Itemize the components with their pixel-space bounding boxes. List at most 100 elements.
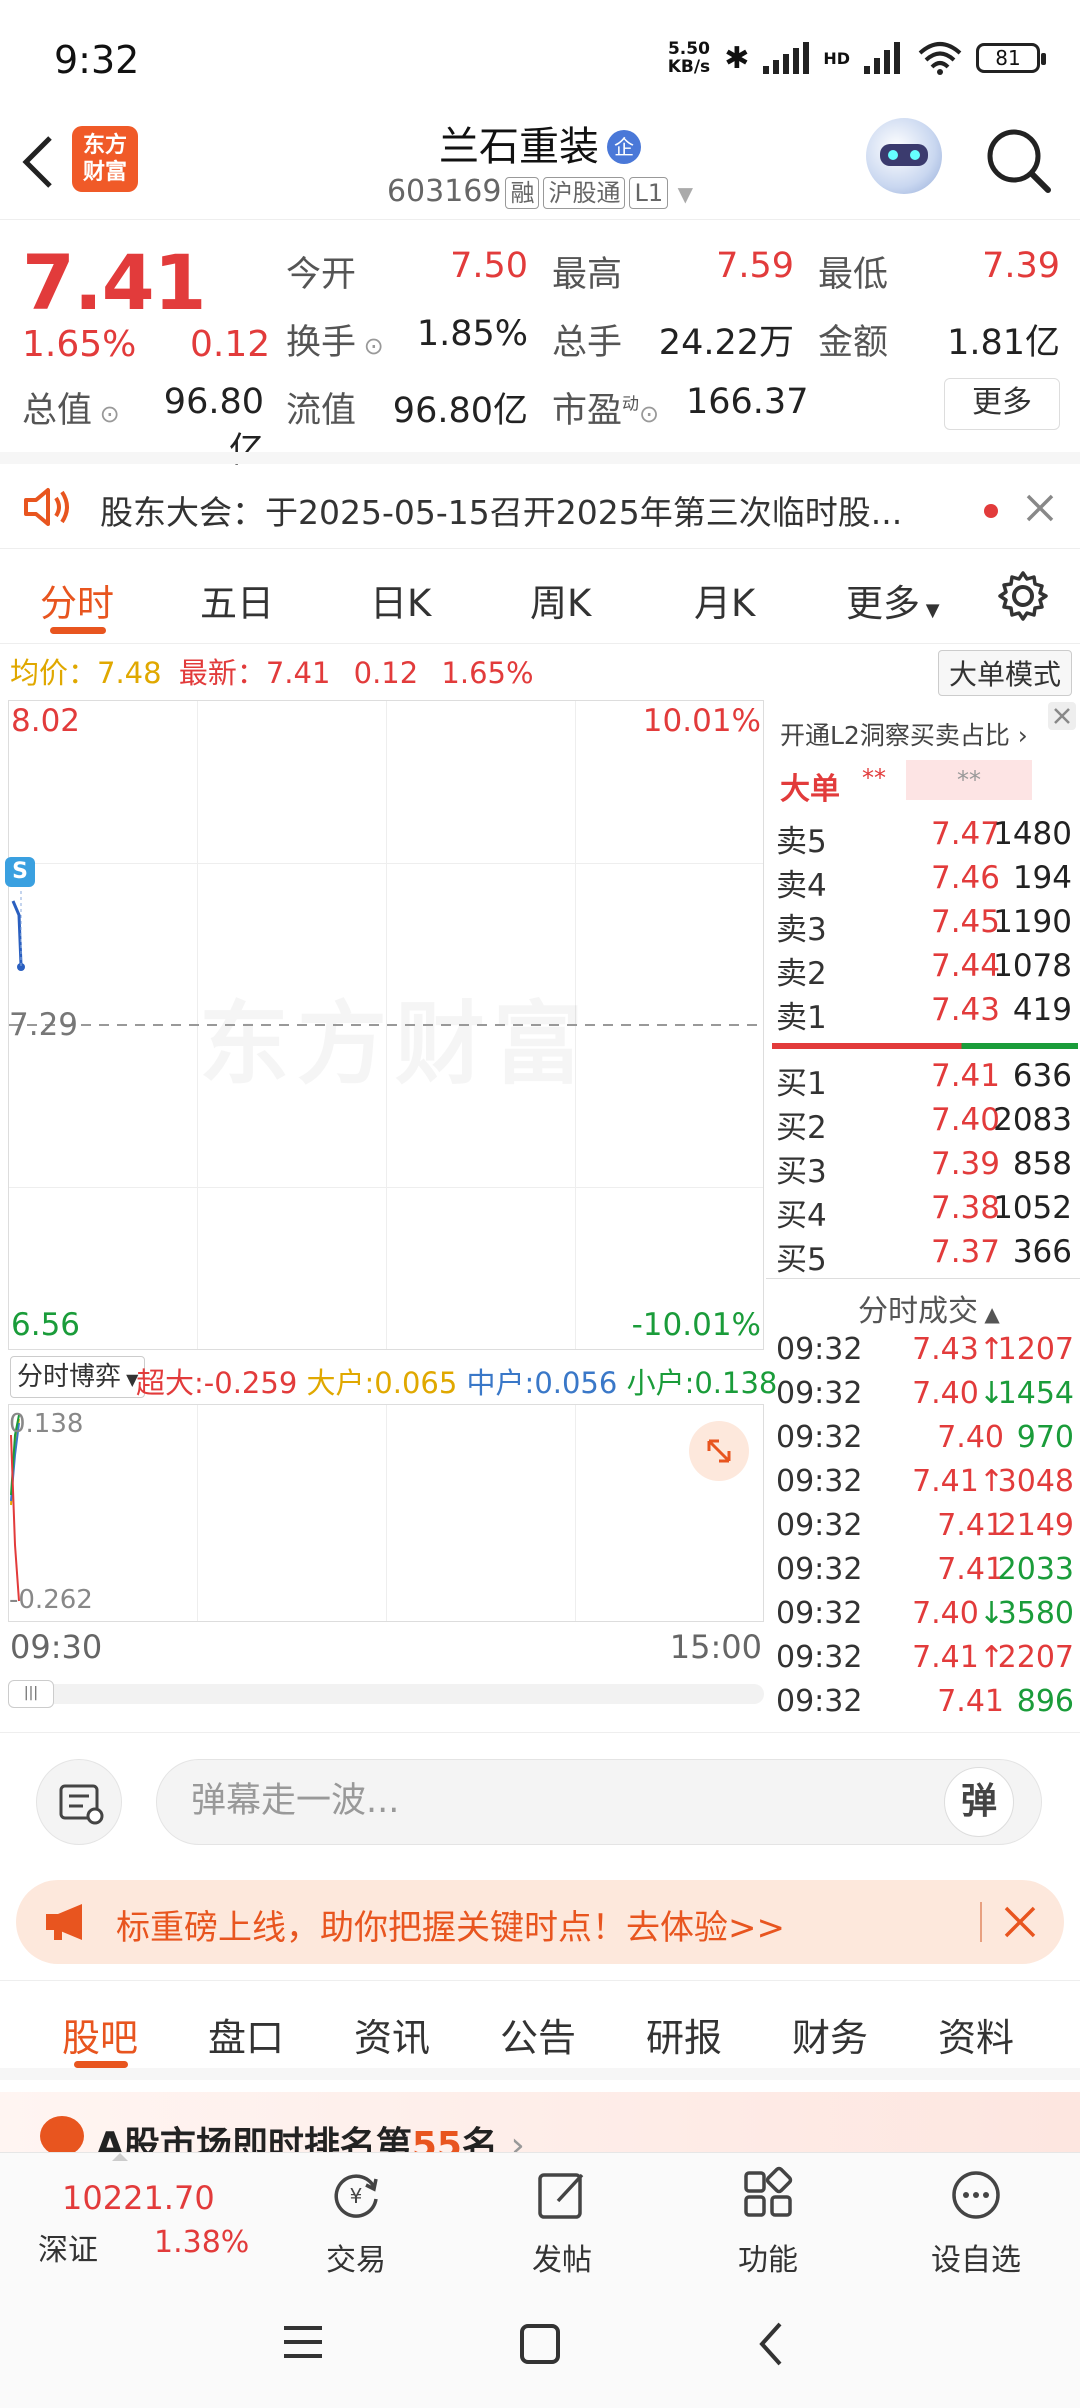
promo-banner[interactable]: 标重磅上线，助你把握关键时点！去体验>> <box>16 1880 1064 1964</box>
big-order-mode-button[interactable]: 大单模式 <box>937 650 1072 696</box>
megaphone-icon <box>46 1904 82 1940</box>
ask-row[interactable]: 卖5 7.47 1480 <box>772 816 1078 860</box>
intraday-chart[interactable]: 东方财富 S 8.02 7.29 6.56 10.01% -10.01% <box>5 700 765 1350</box>
tab-monthly-k[interactable]: 月K <box>694 573 755 627</box>
robot-avatar-icon[interactable] <box>866 118 942 194</box>
close-icon[interactable] <box>1002 1904 1038 1940</box>
signal-icon-2 <box>864 42 900 74</box>
grid-icon <box>744 2166 793 2217</box>
enterprise-badge: 企 <box>607 130 641 164</box>
tab-finance[interactable]: 财务 <box>792 2007 868 2062</box>
wifi-icon <box>918 42 962 75</box>
trade-row: 09:32 7.41↑ 2207 <box>776 1640 1074 1675</box>
nav-add-watchlist[interactable]: 设自选 <box>896 2153 1056 2279</box>
comment-bar: 弹幕走一波... 弹 <box>0 1732 1080 1872</box>
search-icon[interactable] <box>984 126 1054 196</box>
nav-trade[interactable]: ¥ 交易 <box>276 2153 436 2279</box>
stock-name: 兰石重装 <box>439 124 599 170</box>
price-line <box>11 900 23 966</box>
money-flow-chart[interactable]: 0.138 -0.262 <box>8 1404 764 1622</box>
trade-row: 09:32 7.41↑ 3048 <box>776 1464 1074 1499</box>
sell-signal-marker[interactable]: S <box>5 857 35 887</box>
caret-up-icon: ▲ <box>978 1302 1000 1326</box>
latest-pct: 1.65% <box>441 656 534 690</box>
trades-title[interactable]: 分时成交 ▲ <box>858 1286 1000 1330</box>
index-name: 深证 <box>38 2233 98 2268</box>
bid-row[interactable]: 买1 7.41 636 <box>772 1058 1078 1102</box>
tab-announcements[interactable]: 公告 <box>500 2007 576 2062</box>
sub-y-bottom: -0.262 <box>9 1585 93 1615</box>
dropdown-caret-icon[interactable]: ▼ <box>678 182 693 206</box>
back-icon[interactable] <box>756 2320 786 2368</box>
gear-icon[interactable] <box>996 569 1050 623</box>
volume-value: 24.22万 <box>658 323 794 363</box>
expand-icon[interactable] <box>689 1421 749 1481</box>
ask-row[interactable]: 卖4 7.46 194 <box>772 860 1078 904</box>
trade-row: 09:32 7.41 2033 <box>776 1552 1074 1587</box>
tab-five-day[interactable]: 五日 <box>200 573 274 627</box>
tab-weekly-k[interactable]: 周K <box>530 573 591 627</box>
close-icon[interactable] <box>1048 702 1076 730</box>
indicator-selector[interactable]: 分时博弈 ▼ <box>10 1356 146 1398</box>
index-pct: 1.38% <box>154 2225 250 2260</box>
info-icon[interactable]: ⊙ <box>639 400 659 428</box>
comment-list-button[interactable] <box>36 1759 122 1845</box>
bluetooth-icon: ✱ <box>724 40 750 76</box>
float-value: 96.80亿 <box>392 391 528 431</box>
mid-value: 0.056 <box>534 1366 618 1400</box>
close-icon[interactable] <box>1024 492 1056 524</box>
ask-row[interactable]: 卖2 7.44 1078 <box>772 948 1078 992</box>
signal-icon <box>763 42 810 74</box>
index-ticker[interactable]: 10221.70 深证 1.38% <box>0 2153 250 2279</box>
active-tab-indicator <box>74 2061 128 2068</box>
big-order-label: 大单 <box>780 772 840 807</box>
system-nav <box>0 2278 1080 2408</box>
chart-scrollbar[interactable]: ||| <box>8 1680 764 1708</box>
bid-row[interactable]: 买5 7.37 366 <box>772 1234 1078 1278</box>
margin-tag: 融 <box>505 177 540 209</box>
low-value: 7.39 <box>982 246 1060 286</box>
change-value: 0.12 <box>190 324 271 365</box>
bid-row[interactable]: 买3 7.39 858 <box>772 1146 1078 1190</box>
turnover-label[interactable]: 换手 ⊙ <box>286 314 384 365</box>
low-label: 最低 <box>818 255 889 295</box>
turnover-value: 1.85% <box>416 314 528 354</box>
small-value: 0.138 <box>694 1366 778 1400</box>
tab-guba[interactable]: 股吧 <box>62 2007 138 2062</box>
info-icon[interactable]: ⊙ <box>92 400 120 428</box>
bid-row[interactable]: 买4 7.38 1052 <box>772 1190 1078 1234</box>
tab-news[interactable]: 资讯 <box>354 2007 430 2062</box>
open-value: 7.50 <box>450 246 528 286</box>
danmu-toggle-button[interactable]: 弹 <box>944 1767 1014 1837</box>
pe-label[interactable]: 市盈动⊙ <box>552 382 659 433</box>
tab-profile[interactable]: 资料 <box>938 2007 1014 2062</box>
pct-top-label: 10.01% <box>642 703 761 739</box>
chart-svg <box>9 891 765 1026</box>
notice-bar[interactable]: 股东大会：于2025-05-15召开2025年第三次临时股... <box>0 452 1080 546</box>
info-icon[interactable]: ⊙ <box>356 332 384 360</box>
ask-row[interactable]: 卖3 7.45 1190 <box>772 904 1078 948</box>
tab-research[interactable]: 研报 <box>646 2007 722 2062</box>
sub-y-top: 0.138 <box>9 1409 84 1439</box>
bid-row[interactable]: 买2 7.40 2083 <box>772 1102 1078 1146</box>
danmu-input[interactable]: 弹幕走一波... <box>156 1759 1042 1845</box>
l2-upsell-link[interactable]: 开通L2洞察买卖占比 › <box>780 716 1028 752</box>
ranking-banner[interactable]: A股市场即时排名第55名 › <box>0 2092 1080 2166</box>
more-quote-button[interactable]: 更多 <box>944 378 1060 430</box>
ask-row[interactable]: 卖1 7.43 419 <box>772 992 1078 1036</box>
tab-daily-k[interactable]: 日K <box>370 573 431 627</box>
latest-price: 7.41 <box>265 656 331 690</box>
tab-intraday[interactable]: 分时 <box>40 573 114 627</box>
net-speed: 5.50 KB/s <box>667 39 711 77</box>
home-icon[interactable] <box>518 2322 562 2366</box>
caret-down-icon: ▼ <box>920 600 940 621</box>
y-top-label: 8.02 <box>11 703 81 739</box>
trade-row: 09:32 7.41 2149 <box>776 1508 1074 1543</box>
nav-functions[interactable]: 功能 <box>688 2153 848 2279</box>
nav-post[interactable]: 发帖 <box>482 2153 642 2279</box>
menu-icon[interactable] <box>280 2322 326 2362</box>
tab-pankou[interactable]: 盘口 <box>208 2007 284 2062</box>
time-start: 09:30 <box>10 1628 103 1666</box>
tab-more[interactable]: 更多 ▼ <box>846 573 940 627</box>
mktcap-label[interactable]: 总值 ⊙ <box>22 382 120 433</box>
